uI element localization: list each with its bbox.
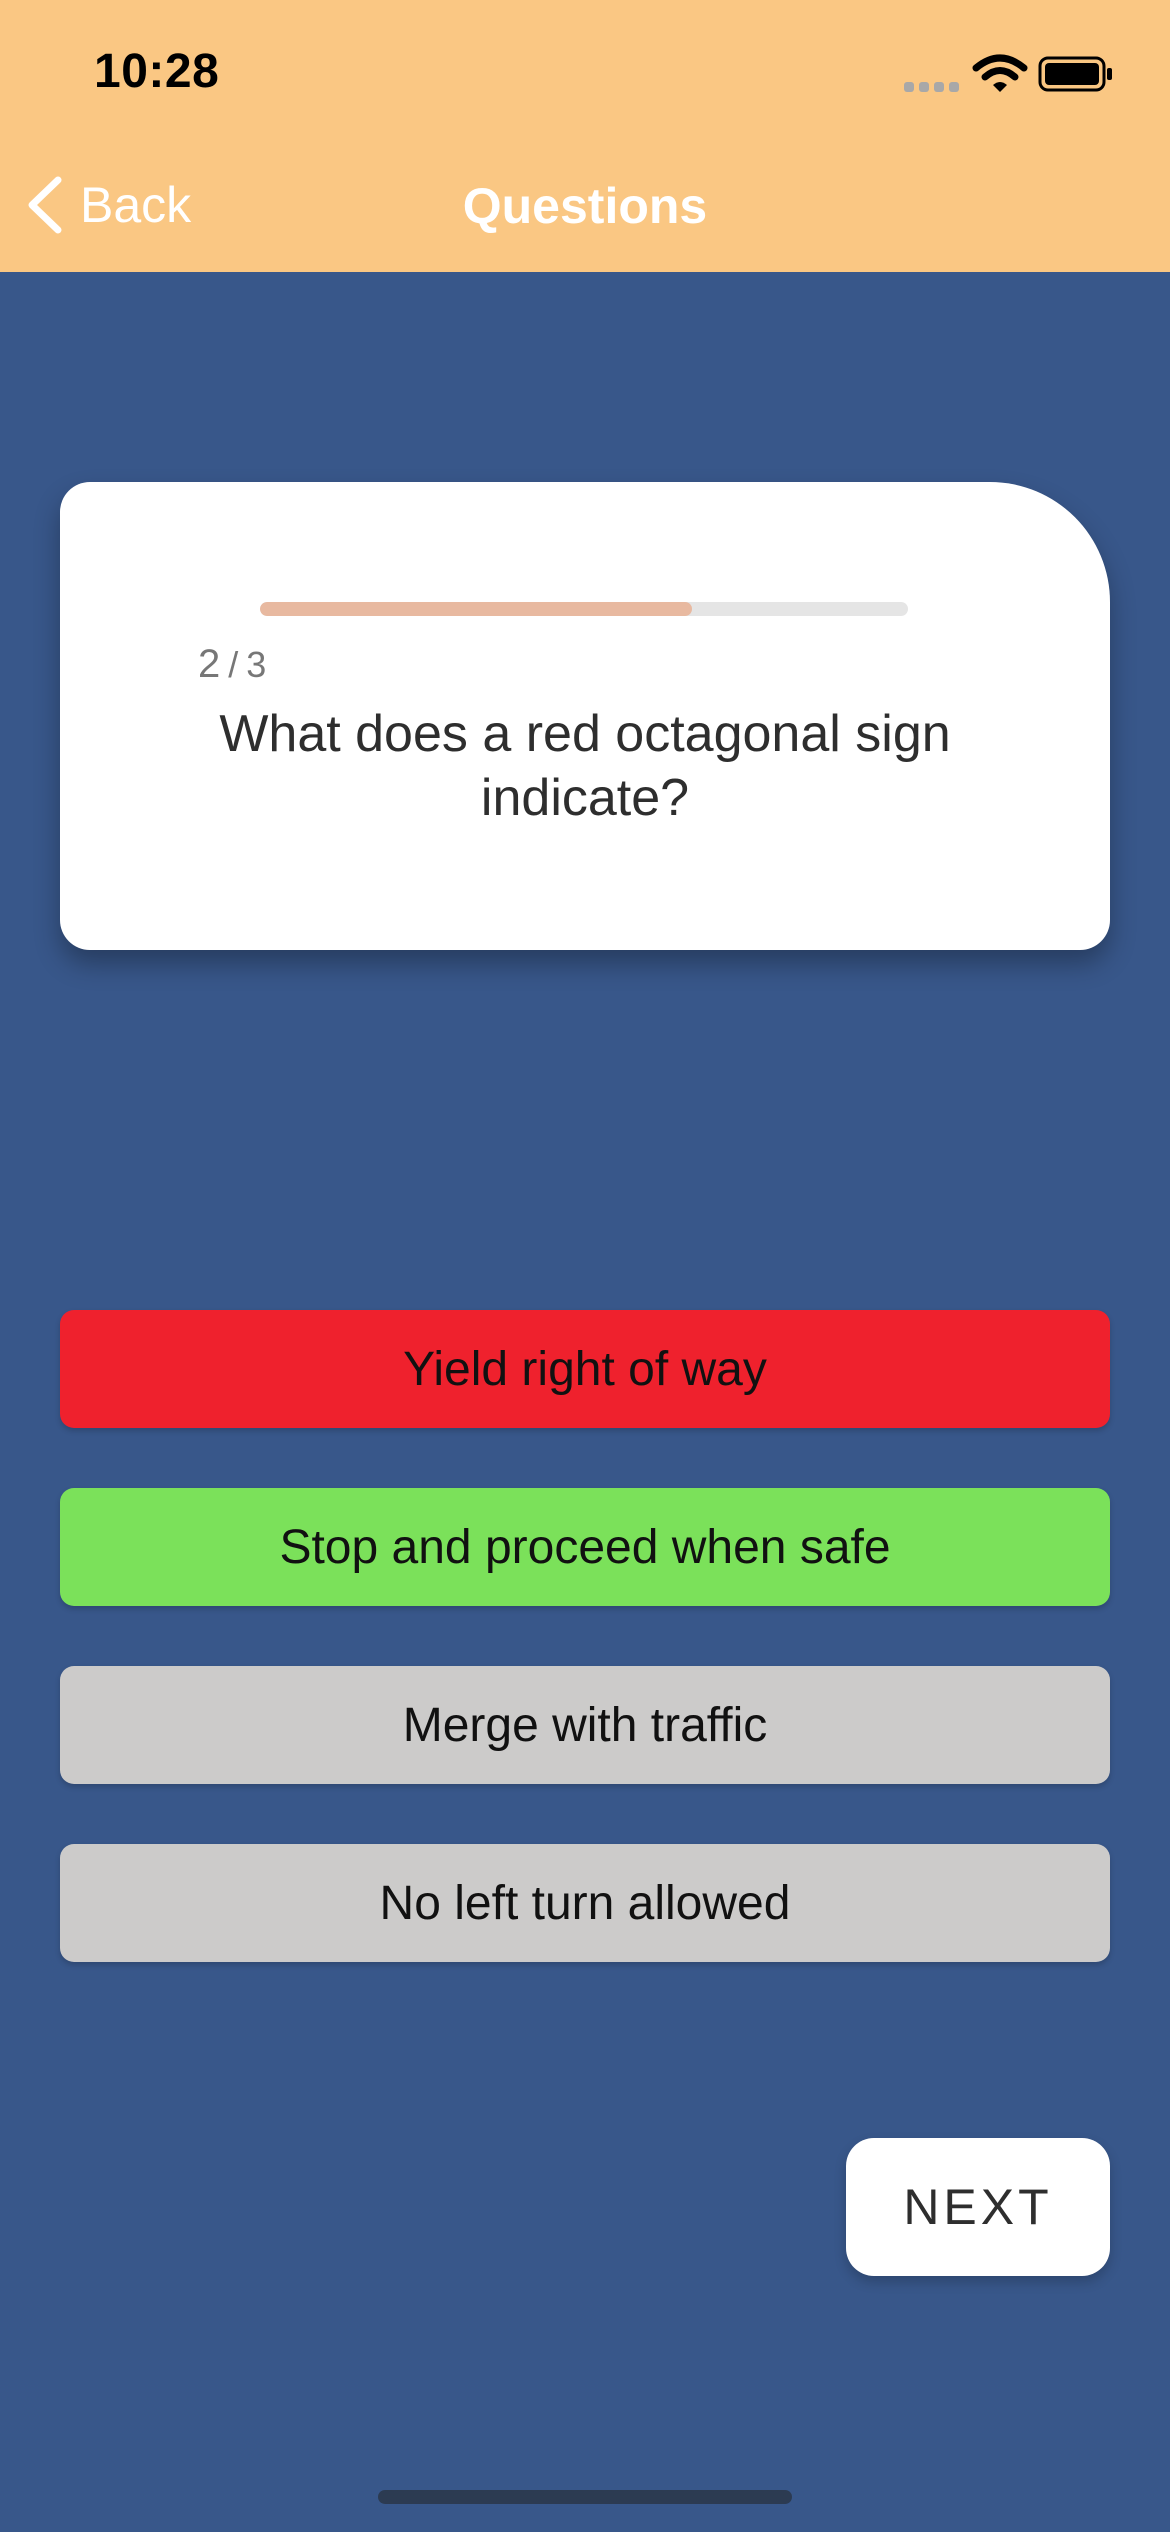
battery-icon: [1038, 56, 1112, 92]
quiz-screen: 10:28 Back Questions 2/3 What does a red…: [0, 0, 1170, 2532]
next-button[interactable]: NEXT: [846, 2138, 1110, 2276]
question-card: 2/3 What does a red octagonal sign indic…: [60, 482, 1110, 950]
answer-option-correct[interactable]: Stop and proceed when safe: [60, 1488, 1110, 1606]
answer-option-incorrect[interactable]: Yield right of way: [60, 1310, 1110, 1428]
question-counter-total: 3: [246, 644, 267, 685]
question-progress-bar: [260, 602, 908, 616]
page-title: Questions: [462, 178, 708, 234]
wifi-icon: [972, 54, 1028, 92]
question-counter-current: 2: [198, 642, 221, 686]
answer-option[interactable]: No left turn allowed: [60, 1844, 1110, 1962]
home-indicator: [378, 2490, 792, 2504]
status-time: 10:28: [94, 45, 220, 98]
question-text: What does a red octagonal sign indicate?: [219, 705, 951, 827]
cellular-signal-icon: [904, 82, 960, 92]
answer-option[interactable]: Merge with traffic: [60, 1666, 1110, 1784]
answer-list: Yield right of way Stop and proceed when…: [60, 1310, 1110, 2022]
question-counter: 2/3: [198, 642, 266, 687]
question-counter-separator: /: [228, 644, 239, 685]
nav-header: 10:28 Back Questions: [0, 0, 1170, 272]
question-progress-fill: [260, 602, 693, 616]
